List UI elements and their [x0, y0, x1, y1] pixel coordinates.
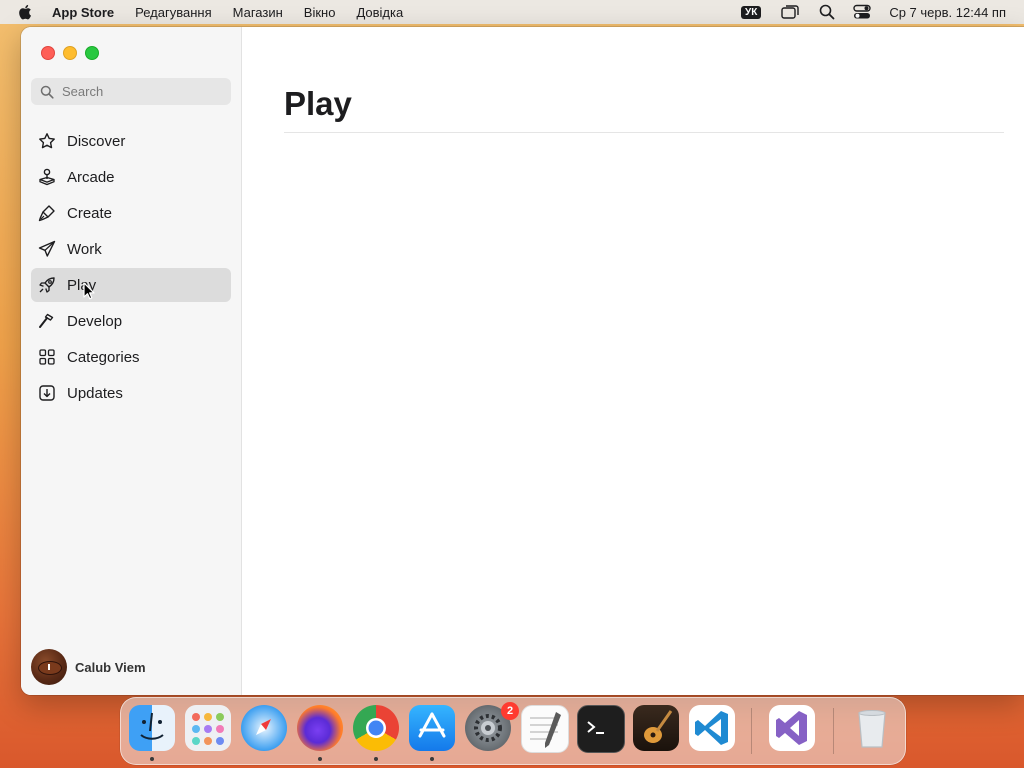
menu-edit[interactable]: Редагування	[135, 5, 212, 20]
avatar[interactable]	[31, 649, 67, 685]
hammer-icon	[37, 311, 57, 331]
apple-icon[interactable]	[18, 4, 32, 20]
chrome-icon[interactable]	[353, 705, 399, 751]
system-settings-icon[interactable]: 2	[465, 702, 519, 751]
football-icon	[38, 661, 62, 675]
notification-badge: 2	[501, 702, 519, 720]
finder-running-indicator	[150, 757, 154, 761]
title-divider	[284, 132, 1004, 133]
control-center-icon[interactable]	[853, 4, 872, 20]
sidebar-item-updates[interactable]: Updates	[31, 376, 231, 410]
sidebar-item-arcade[interactable]: Arcade	[31, 160, 231, 194]
sidebar-item-create[interactable]: Create	[31, 196, 231, 230]
trash-icon[interactable]	[849, 705, 895, 751]
sidebar-item-develop[interactable]: Develop	[31, 304, 231, 338]
menu-help[interactable]: Довідка	[356, 5, 403, 20]
finder-icon[interactable]	[129, 705, 175, 751]
search-icon	[40, 85, 54, 99]
input-language-indicator[interactable]: УК	[741, 5, 762, 19]
dock: 2	[120, 697, 906, 765]
chrome-running-indicator	[374, 757, 378, 761]
grid-icon	[37, 347, 57, 367]
menu-store[interactable]: Магазин	[233, 5, 283, 20]
sidebar-item-label: Arcade	[67, 168, 115, 186]
paperplane-icon	[37, 239, 57, 259]
sidebar-item-categories[interactable]: Categories	[31, 340, 231, 374]
sidebar-item-label: Develop	[67, 312, 123, 330]
close-window-button[interactable]	[41, 46, 55, 60]
menu-bar: App Store Редагування Магазин Вікно Дові…	[0, 0, 1024, 24]
visual-studio-icon[interactable]	[769, 705, 815, 751]
sidebar-item-label: Categories	[67, 348, 140, 366]
joystick-icon	[37, 167, 57, 187]
sidebar-item-discover[interactable]: Discover	[31, 124, 231, 158]
window-switcher-icon[interactable]	[781, 4, 801, 20]
user-account[interactable]: Calub Viem	[31, 649, 146, 685]
firefox-running-indicator	[318, 757, 322, 761]
zoom-window-button[interactable]	[85, 46, 99, 60]
app-store-running-indicator	[430, 757, 434, 761]
firefox-icon[interactable]	[297, 705, 343, 751]
terminal-icon[interactable]	[577, 705, 625, 753]
sidebar-nav: Discover Arcade Create Work Play Develop…	[31, 124, 231, 412]
menu-app-name[interactable]: App Store	[52, 5, 114, 20]
sidebar-item-label: Updates	[67, 384, 123, 402]
spotlight-search-icon[interactable]	[819, 4, 835, 20]
search-field[interactable]	[31, 78, 231, 105]
sidebar-item-label: Discover	[67, 132, 126, 150]
sidebar-item-play[interactable]: Play	[31, 268, 231, 302]
brush-icon	[37, 203, 57, 223]
garageband-icon[interactable]	[633, 705, 679, 751]
sidebar-item-label: Create	[67, 204, 113, 222]
page-title: Play	[284, 85, 352, 122]
dock-separator	[833, 708, 834, 754]
vscode-icon[interactable]	[689, 705, 735, 751]
launchpad-icon[interactable]	[185, 705, 231, 751]
minimize-window-button[interactable]	[63, 46, 77, 60]
search-input[interactable]	[62, 84, 212, 99]
app-store-icon[interactable]	[409, 705, 455, 751]
safari-icon[interactable]	[241, 705, 287, 751]
window-controls	[41, 46, 107, 60]
menu-clock[interactable]: Ср 7 черв. 12:44 пп	[889, 5, 1006, 20]
sidebar-item-work[interactable]: Work	[31, 232, 231, 266]
mouse-cursor-icon	[83, 282, 95, 300]
dock-separator	[751, 708, 752, 754]
download-icon	[37, 383, 57, 403]
user-name[interactable]: Calub Viem	[75, 660, 146, 675]
sidebar: Discover Arcade Create Work	[21, 27, 242, 695]
sidebar-item-label: Work	[67, 240, 102, 258]
app-store-window: Discover Arcade Create Work	[21, 27, 1024, 695]
menu-window[interactable]: Вікно	[304, 5, 336, 20]
main-content: Play	[242, 27, 1024, 695]
rocket-icon	[37, 275, 57, 295]
textedit-icon[interactable]	[521, 705, 569, 753]
star-icon	[37, 131, 57, 151]
